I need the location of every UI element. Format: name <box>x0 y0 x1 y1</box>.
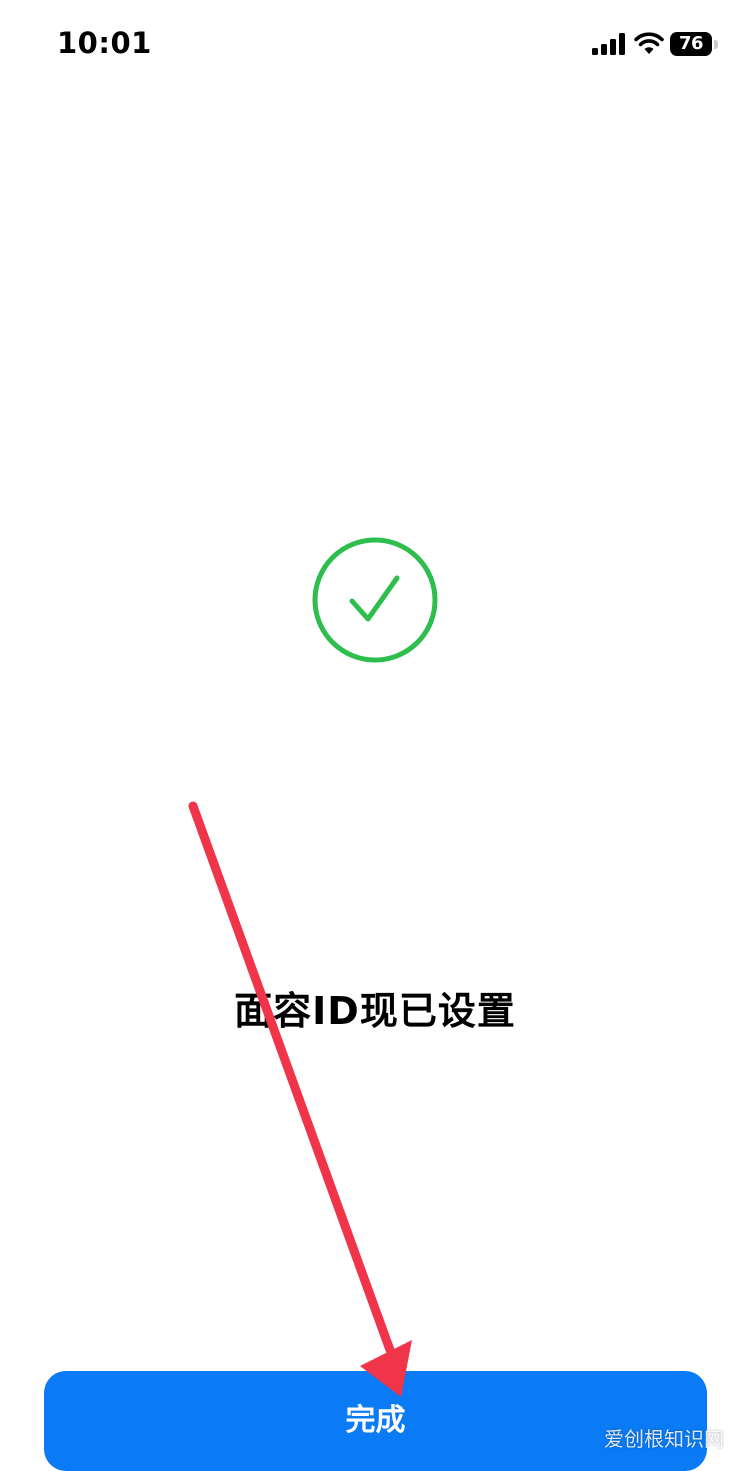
status-time: 10:01 <box>57 26 152 60</box>
watermark-text: 爱创根知识网 <box>604 1427 724 1451</box>
battery-cap <box>714 40 718 49</box>
done-button[interactable]: 完成 <box>44 1371 707 1471</box>
checkmark-circle-icon <box>312 537 438 663</box>
battery-icon: 76 <box>670 32 720 56</box>
setup-complete-title: 面容ID现已设置 <box>234 989 516 1033</box>
battery-level: 76 <box>670 32 712 56</box>
status-bar: 10:01 76 <box>0 0 750 90</box>
signal-icon <box>592 33 625 55</box>
annotation-arrow <box>188 801 412 1397</box>
wifi-icon <box>634 32 664 54</box>
